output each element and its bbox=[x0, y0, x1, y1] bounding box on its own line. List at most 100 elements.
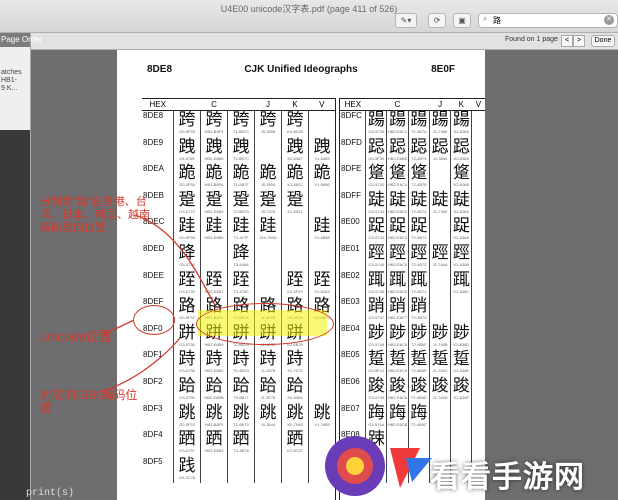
glyph: 踄 bbox=[367, 322, 385, 343]
glyph-cell: 跱 G3-5738 bbox=[173, 350, 201, 377]
glyph-code: HB1-B8F3 bbox=[204, 129, 224, 134]
glyph-cell: 跬 T2-477F bbox=[227, 217, 255, 244]
annotation-unicode: Unicode位置 bbox=[38, 329, 112, 344]
glyph-code: K2-636B bbox=[453, 261, 470, 267]
glyph-cell: 跮 K2-4F29 bbox=[281, 269, 309, 298]
glyph-code: V1-6463 bbox=[314, 288, 330, 294]
toolbox-button[interactable]: ▣ bbox=[453, 13, 471, 28]
glyph-code: K1-7072 bbox=[287, 368, 303, 374]
glyph-code: J1-746B bbox=[432, 341, 448, 347]
rotate-button[interactable]: ⟳ bbox=[428, 13, 446, 28]
glyph: 踇 bbox=[367, 402, 385, 423]
glyph: 跪 bbox=[178, 163, 196, 184]
table-row: 8E07 踇 G3-574A 踇 HB2-E6CB 踇 T2-4B6C bbox=[340, 402, 485, 431]
glyph: 跮 bbox=[178, 269, 196, 290]
glyph: 跾 bbox=[389, 163, 407, 184]
find-done-button[interactable]: Done bbox=[591, 35, 615, 47]
glyph: 跮 bbox=[286, 269, 304, 290]
highlight-oval-hex bbox=[133, 305, 175, 335]
glyph-cell: 跽 K2-6366 bbox=[450, 137, 472, 165]
glyph: 跪 bbox=[205, 163, 223, 184]
glyph-cell: 跪 V1-6896 bbox=[308, 164, 335, 191]
search-icon: ⌕ bbox=[483, 14, 488, 23]
glyph-code: T2-4B70 bbox=[411, 315, 427, 321]
glyph: 跨 bbox=[178, 110, 196, 130]
glyph: 跲 bbox=[286, 375, 304, 396]
glyph-code: HB2-E6C6 bbox=[388, 288, 408, 294]
glyph: 跾 bbox=[367, 163, 385, 184]
clear-search-icon[interactable]: ✕ bbox=[604, 15, 614, 25]
glyph-cell: 跬 HB2-E6B0 bbox=[200, 216, 228, 244]
glyph-cell: 踅 HB2-E6C9 bbox=[386, 350, 409, 377]
glyph: 跫 bbox=[259, 189, 277, 210]
glyph-code: J14-793D bbox=[259, 235, 277, 241]
glyph-cell: 跪 J0-3554 bbox=[254, 164, 282, 191]
glyph-cell: 跳 V1-7865 bbox=[308, 403, 335, 431]
glyph: 跮 bbox=[313, 269, 331, 290]
glyph-code: J0-3554 bbox=[260, 182, 276, 188]
column-header bbox=[173, 98, 201, 111]
glyph-cell bbox=[471, 190, 485, 218]
glyph-cell: 跩 T2-6B7C bbox=[227, 137, 255, 165]
glyph-code: T2-4B7D bbox=[232, 368, 249, 374]
glyph-code: T1-6B7F bbox=[233, 182, 249, 188]
glyph: 踼 bbox=[410, 110, 428, 130]
glyph: 跱 bbox=[259, 349, 277, 370]
glyph-code: G3-574A bbox=[368, 421, 385, 427]
glyph-cell: 踁 K2-636B bbox=[450, 243, 472, 271]
glyph-cell: 跴 K2-5C37 bbox=[281, 430, 309, 457]
glyph-cell bbox=[471, 323, 485, 351]
glyph-cell: 踇 HB2-E6CB bbox=[386, 402, 409, 431]
search-input[interactable]: 路 bbox=[493, 15, 501, 26]
glyph: 跱 bbox=[205, 349, 223, 370]
glyph-code: T2-4B71 bbox=[411, 288, 427, 294]
table-row: 8E03 踃 G3-5747 踃 HB2-E6C7 踃 T2-4B70 bbox=[340, 297, 485, 324]
glyph: 踇 bbox=[389, 402, 407, 423]
glyph-cell bbox=[200, 456, 228, 484]
glyph-cell bbox=[281, 243, 309, 271]
glyph-code: G3-5745 bbox=[368, 261, 385, 267]
find-result-text: Found on 1 page bbox=[505, 36, 558, 43]
glyph-cell: 踂 G3-5746 bbox=[365, 270, 387, 298]
glyph-cell: 踂 K2-636C bbox=[450, 270, 472, 298]
table-row: 8DFD 跽 G0-5F30 跽 HB2-E6BE 跽 T2-4B79 跽 J1-3865 跽 K2… bbox=[340, 137, 485, 165]
glyph-code: T2-4B6D bbox=[410, 394, 427, 400]
glyph-cell: 跱 J1-3978 bbox=[254, 349, 282, 377]
glyph: 践 bbox=[178, 455, 196, 476]
column-header: C bbox=[200, 98, 228, 111]
glyph-cell: 跩 HB2-E6B6 bbox=[200, 136, 228, 165]
hex-cell: 8DEA bbox=[143, 164, 164, 174]
glyph-cell bbox=[281, 456, 309, 484]
hex-cell: 8E03 bbox=[341, 297, 360, 307]
table-row: 8DEB 跫 G3-5772 跫 HB2-E6B4 跫 T2-6B7D 跫 J0-7378 跫 K1… bbox=[142, 189, 335, 218]
find-next-button[interactable]: > bbox=[573, 35, 585, 47]
glyph-cell bbox=[450, 297, 472, 324]
glyph-code: K2-6365 bbox=[453, 129, 469, 134]
glyph-cell bbox=[428, 297, 451, 324]
search-field[interactable]: ⌕ 路 ✕ bbox=[478, 13, 618, 28]
glyph-code: HB2-E6B2 bbox=[204, 368, 224, 374]
glyph-code: T2-4B78 bbox=[411, 182, 427, 188]
glyph: 跴 bbox=[178, 429, 196, 450]
glyph-cell: 踂 T2-4B71 bbox=[407, 270, 430, 298]
hex-cell: 8E07 bbox=[341, 403, 360, 413]
markup-pen-button[interactable]: ✎▾ bbox=[395, 13, 417, 28]
glyph: 跬 bbox=[205, 216, 223, 237]
glyph: 踼 bbox=[367, 110, 385, 130]
glyph-cell bbox=[254, 137, 282, 165]
glyph-cell: 踄 HB2-E6C8 bbox=[386, 323, 409, 351]
glyph: 跩 bbox=[178, 136, 196, 157]
table-row: 8DFE 跾 G3-5742 跾 HB2-E6C4 跾 T2-4B78 跾 K2-6368 bbox=[340, 164, 485, 191]
glyph: 踃 bbox=[367, 296, 385, 317]
find-prev-button[interactable]: < bbox=[561, 35, 573, 47]
glyph: 踅 bbox=[452, 349, 470, 370]
glyph: 跩 bbox=[205, 136, 223, 157]
glyph-cell: 踁 HB2-E6C5 bbox=[386, 243, 409, 271]
glyph-cell: 跾 K2-6368 bbox=[450, 164, 472, 191]
hex-cell: 8DF3 bbox=[143, 403, 163, 413]
sidebar-header[interactable]: Page Order bbox=[0, 33, 42, 47]
column-header: J bbox=[254, 98, 282, 111]
glyph: 踆 bbox=[431, 375, 449, 396]
glyph: 跭 bbox=[232, 242, 250, 263]
glyph: 跿 bbox=[389, 189, 407, 210]
